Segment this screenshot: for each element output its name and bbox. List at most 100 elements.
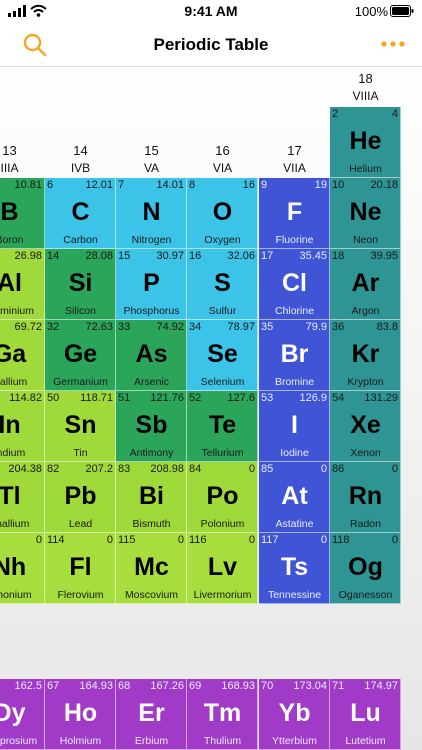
atomic-mass: 0 bbox=[391, 534, 398, 546]
group-number: 15 bbox=[144, 143, 159, 158]
atomic-number: 84 bbox=[189, 463, 202, 475]
element-cell-thallium[interactable]: 204.38 Tl Thallium bbox=[0, 462, 45, 533]
status-bar: 9:41 AM 100% bbox=[0, 0, 422, 24]
element-cell-fluorine[interactable]: 9 19 F Fluorine bbox=[259, 178, 330, 249]
atomic-mass: 126.9 bbox=[299, 392, 327, 404]
element-cell-aluminium[interactable]: 26.98 Al Aluminium bbox=[0, 249, 45, 320]
element-symbol: At bbox=[281, 482, 308, 510]
element-name: Dysprosium bbox=[0, 735, 38, 747]
element-cell-lutetium[interactable]: 71 174.97 Lu Lutetium bbox=[330, 679, 401, 750]
atomic-mass: 69.72 bbox=[14, 321, 42, 333]
atomic-number: 67 bbox=[47, 680, 60, 692]
element-symbol: Al bbox=[0, 269, 22, 297]
atomic-mass: 26.98 bbox=[14, 250, 42, 262]
element-symbol: F bbox=[286, 198, 303, 226]
group-label: IVB bbox=[70, 161, 91, 175]
atomic-mass: 207.2 bbox=[85, 463, 113, 475]
group-label: IIIA bbox=[0, 161, 19, 175]
element-cell-gallium[interactable]: 69.72 Ga Gallium bbox=[0, 320, 45, 391]
element-cell-nihonium[interactable]: 0 Nh Nihonium bbox=[0, 533, 45, 604]
atomic-number: 50 bbox=[47, 392, 60, 404]
element-symbol: Tm bbox=[203, 699, 242, 727]
element-symbol: Kr bbox=[351, 340, 380, 368]
element-cell-iodine[interactable]: 53 126.9 I Iodine bbox=[259, 391, 330, 462]
atomic-mass: 0 bbox=[248, 534, 255, 546]
element-name: Bismuth bbox=[132, 518, 171, 530]
element-name: Antimony bbox=[129, 447, 174, 459]
element-cell-antimony[interactable]: 51 121.76 Sb Antimony bbox=[116, 391, 187, 462]
element-cell-livermorium[interactable]: 116 0 Lv Livermorium bbox=[187, 533, 258, 604]
atomic-mass: 16 bbox=[242, 179, 255, 191]
element-cell-thulium[interactable]: 69 168.93 Tm Thulium bbox=[187, 679, 258, 750]
element-cell-sulfur[interactable]: 16 32.06 S Sulfur bbox=[187, 249, 258, 320]
atomic-mass: 78.97 bbox=[227, 321, 255, 333]
element-cell-nitrogen[interactable]: 7 14.01 N Nitrogen bbox=[116, 178, 187, 249]
element-cell-germanium[interactable]: 32 72.63 Ge Germanium bbox=[45, 320, 116, 391]
atomic-mass: 114.82 bbox=[9, 392, 42, 404]
element-cell-phosphorus[interactable]: 15 30.97 P Phosphorus bbox=[116, 249, 187, 320]
element-cell-argon[interactable]: 18 39.95 Ar Argon bbox=[330, 249, 401, 320]
element-cell-polonium[interactable]: 84 0 Po Polonium bbox=[187, 462, 258, 533]
atomic-number: 8 bbox=[189, 179, 196, 191]
element-cell-oganesson[interactable]: 118 0 Og Oganesson bbox=[330, 533, 401, 604]
group-number: 16 bbox=[215, 143, 230, 158]
atomic-mass: 208.98 bbox=[150, 463, 184, 475]
element-cell-selenium[interactable]: 34 78.97 Se Selenium bbox=[187, 320, 258, 391]
element-name: Argon bbox=[351, 305, 380, 317]
element-name: Selenium bbox=[200, 376, 245, 388]
element-name: Astatine bbox=[275, 518, 314, 530]
element-cell-astatine[interactable]: 85 0 At Astatine bbox=[259, 462, 330, 533]
element-cell-bismuth[interactable]: 83 208.98 Bi Bismuth bbox=[116, 462, 187, 533]
element-cell-erbium[interactable]: 68 167.26 Er Erbium bbox=[116, 679, 187, 750]
element-cell-arsenic[interactable]: 33 74.92 As Arsenic bbox=[116, 320, 187, 391]
element-cell-carbon[interactable]: 6 12.01 C Carbon bbox=[45, 178, 116, 249]
more-options-icon[interactable] bbox=[380, 34, 406, 54]
element-cell-radon[interactable]: 86 0 Rn Radon bbox=[330, 462, 401, 533]
element-cell-neon[interactable]: 10 20.18 Ne Neon bbox=[330, 178, 401, 249]
element-name: Helium bbox=[349, 163, 382, 175]
atomic-number: 17 bbox=[261, 250, 274, 262]
atomic-number: 14 bbox=[47, 250, 60, 262]
element-symbol: Mc bbox=[134, 553, 169, 581]
atomic-number: 116 bbox=[189, 534, 207, 546]
element-name: Silicon bbox=[65, 305, 96, 317]
element-name: Indium bbox=[0, 447, 26, 459]
atomic-mass: 74.92 bbox=[156, 321, 184, 333]
atomic-number: 15 bbox=[118, 250, 131, 262]
element-cell-tellurium[interactable]: 52 127.6 Te Tellurium bbox=[187, 391, 258, 462]
element-name: Tellurium bbox=[201, 447, 244, 459]
element-cell-xenon[interactable]: 54 131.29 Xe Xenon bbox=[330, 391, 401, 462]
periodic-table[interactable]: 13 IIIA 14 IVB 15 VA 16 VIA 17 VIIA 18 VIIIA 2 4 He Hel… bbox=[0, 67, 422, 750]
element-cell-silicon[interactable]: 14 28.08 Si Silicon bbox=[45, 249, 116, 320]
element-cell-flerovium[interactable]: 114 0 Fl Flerovium bbox=[45, 533, 116, 604]
element-cell-ytterbium[interactable]: 70 173.04 Yb Ytterbium bbox=[259, 679, 330, 750]
element-cell-bromine[interactable]: 35 79.9 Br Bromine bbox=[259, 320, 330, 391]
element-symbol: Br bbox=[280, 340, 309, 368]
atomic-number: 7 bbox=[118, 179, 125, 191]
atomic-number: 6 bbox=[47, 179, 54, 191]
element-name: Livermorium bbox=[193, 589, 252, 601]
atomic-number: 71 bbox=[332, 680, 345, 692]
element-symbol: Se bbox=[207, 340, 238, 368]
element-symbol: Ge bbox=[63, 340, 98, 368]
atomic-number: 51 bbox=[118, 392, 131, 404]
element-cell-oxygen[interactable]: 8 16 O Oxygen bbox=[187, 178, 258, 249]
element-cell-tennessine[interactable]: 117 0 Ts Tennessine bbox=[259, 533, 330, 604]
element-cell-chlorine[interactable]: 17 35.45 Cl Chlorine bbox=[259, 249, 330, 320]
element-name: Nihonium bbox=[0, 589, 32, 601]
element-cell-krypton[interactable]: 36 83.8 Kr Krypton bbox=[330, 320, 401, 391]
atomic-mass: 19 bbox=[314, 179, 327, 191]
element-cell-tin[interactable]: 50 118.71 Sn Tin bbox=[45, 391, 116, 462]
group-header-14: 14 IVB bbox=[45, 143, 116, 175]
element-cell-holmium[interactable]: 67 164.93 Ho Holmium bbox=[45, 679, 116, 750]
element-cell-dysprosium[interactable]: 162.5 Dy Dysprosium bbox=[0, 679, 45, 750]
element-cell-indium[interactable]: 114.82 In Indium bbox=[0, 391, 45, 462]
element-cell-helium[interactable]: 2 4 He Helium bbox=[330, 107, 401, 178]
atomic-number: 82 bbox=[47, 463, 60, 475]
element-cell-boron[interactable]: 10.81 B Boron bbox=[0, 178, 45, 249]
element-symbol: Lu bbox=[350, 699, 381, 727]
element-name: Radon bbox=[350, 518, 381, 530]
element-cell-lead[interactable]: 82 207.2 Pb Lead bbox=[45, 462, 116, 533]
atomic-mass: 173.04 bbox=[293, 680, 327, 692]
element-cell-moscovium[interactable]: 115 0 Mc Moscovium bbox=[116, 533, 187, 604]
